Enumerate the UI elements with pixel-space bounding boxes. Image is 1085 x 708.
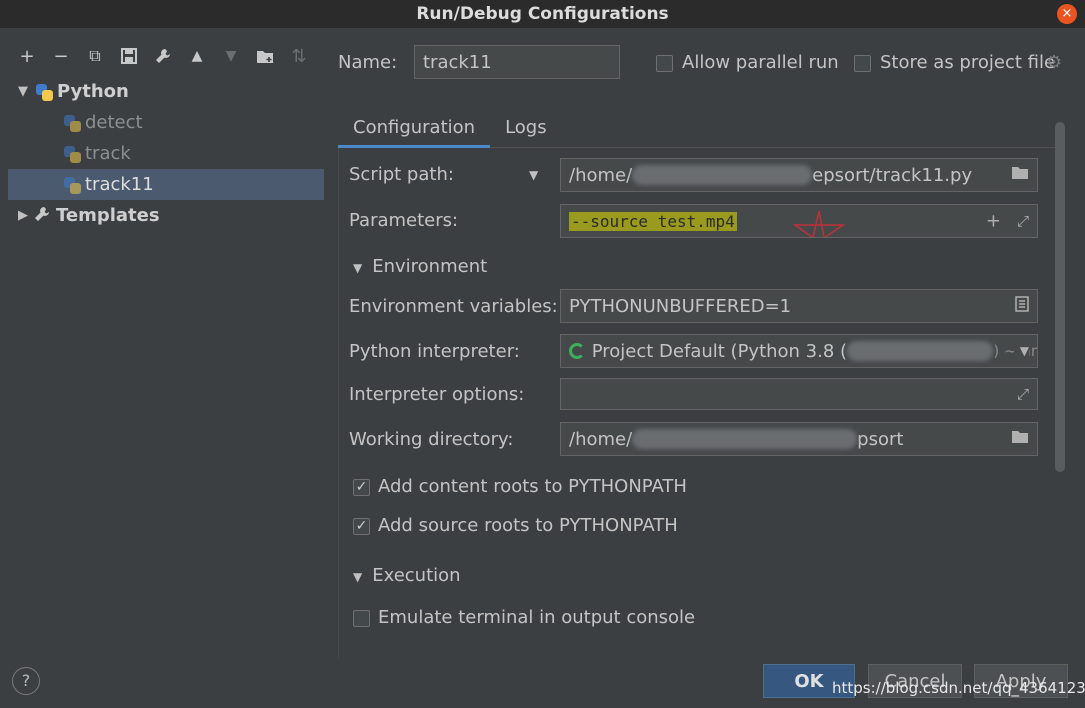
name-input[interactable]: track11	[414, 45, 620, 79]
working-dir-suffix: psort	[857, 428, 904, 450]
configuration-panel: Script path: ▼ /home/ epsort/track11.py …	[338, 148, 1050, 658]
parameters-input[interactable]: --source test.mp4 + ⤢	[560, 204, 1038, 238]
chevron-down-icon: ▼	[353, 570, 363, 584]
save-icon[interactable]	[112, 42, 146, 70]
remove-icon[interactable]: −	[44, 42, 78, 70]
emulate-terminal-checkbox[interactable]	[353, 610, 370, 627]
move-down-icon[interactable]: ▼	[214, 42, 248, 70]
expand-icon[interactable]: ⤢	[1017, 212, 1029, 230]
python-icon	[34, 83, 54, 101]
python-sdk-icon	[569, 343, 585, 359]
script-path-label: Script path:	[349, 164, 454, 185]
wrench-icon	[34, 206, 54, 226]
environment-section-label: Environment	[372, 256, 488, 277]
folder-open-icon[interactable]	[1011, 430, 1029, 448]
allow-parallel-checkbox[interactable]	[656, 55, 673, 72]
content-roots-checkbox[interactable]: ✓	[353, 479, 370, 496]
tree-item-detect[interactable]: detect	[0, 107, 334, 138]
expand-icon[interactable]: ⤢	[1017, 385, 1029, 403]
python-icon	[62, 145, 82, 163]
tree-node-label: Python	[57, 81, 129, 102]
execution-section[interactable]: ▼ Execution	[353, 565, 461, 586]
allow-parallel-label: Allow parallel run	[682, 52, 839, 73]
working-dir-input[interactable]: /home/ psort	[560, 422, 1038, 456]
redacted-env	[847, 341, 994, 361]
tree-item-label: track	[85, 143, 131, 164]
star-annotation	[792, 210, 846, 237]
tab-logs[interactable]: Logs	[490, 114, 562, 148]
emulate-terminal-label: Emulate terminal in output console	[378, 607, 696, 628]
source-roots-label: Add source roots to PYTHONPATH	[378, 515, 678, 536]
tree-node-templates[interactable]: ▶ Templates	[0, 200, 334, 231]
sidebar-toolbar: + − ⧉ ▲ ▼ ⇅	[10, 42, 316, 70]
store-project-label: Store as project file	[880, 52, 1056, 73]
parameters-value: --source test.mp4	[569, 211, 737, 231]
tree-node-label: Templates	[56, 205, 160, 226]
add-icon[interactable]: +	[10, 42, 44, 70]
working-dir-label: Working directory:	[349, 429, 514, 450]
environment-section[interactable]: ▼ Environment	[353, 256, 487, 277]
vertical-scrollbar[interactable]	[1055, 122, 1065, 472]
tree-item-track[interactable]: track	[0, 138, 334, 169]
window-title: Run/Debug Configurations	[416, 4, 669, 24]
store-project-checkbox[interactable]	[854, 55, 871, 72]
interpreter-label: Python interpreter:	[349, 341, 520, 362]
interp-options-label: Interpreter options:	[349, 384, 525, 405]
configurations-sidebar: + − ⧉ ▲ ▼ ⇅ ▼ Python detect track track1…	[0, 28, 334, 658]
tree-item-label: track11	[85, 174, 154, 195]
move-up-icon[interactable]: ▲	[180, 42, 214, 70]
script-path-dropdown[interactable]: ▼	[529, 168, 538, 182]
redacted-path	[632, 165, 813, 185]
configuration-editor: Name: track11 Allow parallel run Store a…	[334, 28, 1085, 658]
gear-icon[interactable]: ⚙	[1046, 52, 1062, 73]
wrench-icon[interactable]	[146, 42, 180, 70]
redacted-path	[632, 429, 858, 449]
sort-icon[interactable]: ⇅	[282, 42, 316, 70]
name-label: Name:	[338, 52, 398, 73]
interpreter-select[interactable]: Project Default (Python 3.8 ( ) ~/ar ▼	[560, 334, 1038, 368]
tree-item-label: detect	[85, 112, 143, 133]
source-roots-checkbox[interactable]: ✓	[353, 518, 370, 535]
chevron-down-icon: ▼	[353, 261, 363, 275]
python-icon	[62, 176, 82, 194]
tree-node-python[interactable]: ▼ Python	[0, 76, 334, 107]
chevron-down-icon[interactable]: ▼	[1013, 344, 1029, 358]
python-icon	[62, 114, 82, 132]
folder-open-icon[interactable]	[1011, 166, 1029, 184]
parameters-label: Parameters:	[349, 210, 459, 231]
script-path-prefix: /home/	[569, 164, 633, 186]
interpreter-value: Project Default (Python 3.8 (	[591, 340, 848, 362]
configuration-tree: ▼ Python detect track track11 ▶ Template…	[0, 76, 334, 231]
name-value: track11	[423, 51, 492, 73]
working-dir-prefix: /home/	[569, 428, 633, 450]
tab-bar: Configuration Logs	[338, 114, 1058, 148]
tab-configuration[interactable]: Configuration	[338, 114, 491, 148]
env-vars-value: PYTHONUNBUFFERED=1	[569, 295, 792, 317]
help-button[interactable]: ?	[12, 667, 40, 695]
list-icon[interactable]	[1015, 296, 1029, 316]
chevron-right-icon[interactable]: ▶	[12, 208, 34, 223]
script-path-input[interactable]: /home/ epsort/track11.py	[560, 158, 1038, 192]
title-bar: Run/Debug Configurations ×	[0, 0, 1085, 28]
tree-item-track11[interactable]: track11	[8, 169, 324, 200]
script-path-suffix: epsort/track11.py	[812, 164, 973, 186]
close-button[interactable]: ×	[1057, 4, 1077, 24]
execution-section-label: Execution	[372, 565, 461, 586]
env-vars-input[interactable]: PYTHONUNBUFFERED=1	[560, 289, 1038, 323]
env-vars-label: Environment variables:	[349, 296, 558, 317]
folder-add-icon[interactable]	[248, 42, 282, 70]
interp-options-input[interactable]: ⤢	[560, 378, 1038, 410]
copy-icon[interactable]: ⧉	[78, 42, 112, 70]
chevron-down-icon[interactable]: ▼	[12, 84, 34, 99]
plus-icon[interactable]: +	[986, 211, 1001, 232]
watermark: https://blog.csdn.net/qq_43641239	[832, 679, 1085, 697]
content-roots-label: Add content roots to PYTHONPATH	[378, 476, 687, 497]
